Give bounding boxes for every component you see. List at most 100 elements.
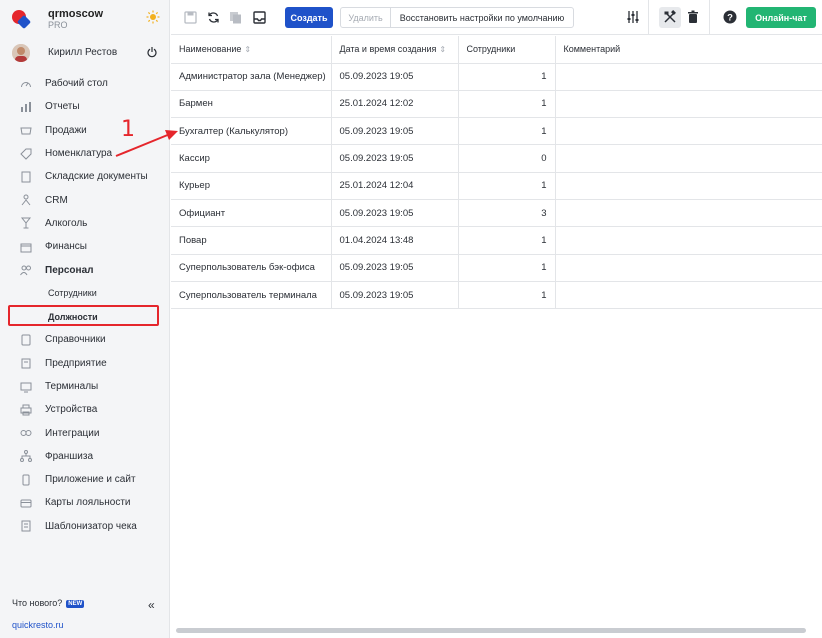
cell-employees: 3 <box>458 199 556 228</box>
sort-icon[interactable]: ⇕ <box>244 45 251 54</box>
avatar <box>12 44 30 62</box>
column-settings-icon[interactable] <box>626 10 640 24</box>
table-header-row: Наименование ⇕ Дата и время создания ⇕ Сот… <box>171 36 822 64</box>
cell-name: Бухгалтер (Калькулятор) <box>171 117 332 146</box>
sidebar-item-staff[interactable]: Персонал <box>0 258 170 281</box>
phone-icon <box>20 474 32 486</box>
sidebar-item-warehouse[interactable]: Складские документы <box>0 165 170 188</box>
cell-name: Кассир <box>171 144 332 173</box>
online-chat-button[interactable]: Онлайн-чат <box>746 7 816 28</box>
new-badge: NEW <box>66 600 85 608</box>
brand-logo-icon <box>12 10 31 29</box>
table-row[interactable]: Бармен 25.01.2024 12:02 1 <box>171 90 822 119</box>
sidebar-item-receipt-templates[interactable]: Шаблонизатор чека <box>0 515 170 538</box>
cell-name: Повар <box>171 226 332 255</box>
sidebar-item-label: Предприятие <box>45 357 107 369</box>
sidebar-subitem-label: Сотрудники <box>48 288 97 299</box>
sidebar-item-label: Отчеты <box>45 101 80 113</box>
inbox-icon[interactable] <box>252 10 266 24</box>
table-row[interactable]: Кассир 05.09.2023 19:05 0 <box>171 144 822 173</box>
cell-created: 05.09.2023 19:05 <box>331 63 459 91</box>
table-row[interactable]: Курьер 25.01.2024 12:04 1 <box>171 172 822 200</box>
cell-comment <box>555 226 822 255</box>
restore-defaults-button[interactable]: Восстановить настройки по умолчанию <box>391 8 573 27</box>
column-header-name[interactable]: Наименование ⇕ <box>171 36 332 64</box>
basket-icon <box>20 124 32 136</box>
sidebar-item-app-site[interactable]: Приложение и сайт <box>0 468 170 491</box>
power-icon[interactable] <box>146 46 158 58</box>
help-icon[interactable]: ? <box>723 10 737 24</box>
sidebar: qrmoscow PRO Кирилл Рестов Рабочий стол … <box>0 0 170 638</box>
column-header-created[interactable]: Дата и время создания ⇕ <box>331 36 459 64</box>
whats-new-link[interactable]: Что нового? NEW <box>12 598 85 608</box>
cell-employees: 1 <box>458 172 556 200</box>
sidebar-item-label: Рабочий стол <box>45 78 108 90</box>
cell-employees: 1 <box>458 254 556 282</box>
positions-table: Наименование ⇕ Дата и время создания ⇕ Сот… <box>171 36 822 310</box>
cell-name: Администратор зала (Менеджер) <box>171 63 332 91</box>
sort-icon[interactable]: ⇕ <box>439 45 446 54</box>
sidebar-item-loyalty[interactable]: Карты лояльности <box>0 491 170 514</box>
delete-button[interactable]: Удалить <box>341 8 391 27</box>
cell-employees: 1 <box>458 281 556 310</box>
sidebar-item-label: Складские документы <box>45 171 148 183</box>
create-button[interactable]: Создать <box>285 7 333 28</box>
sidebar-item-terminals[interactable]: Терминалы <box>0 375 170 398</box>
user-profile[interactable]: Кирилл Рестов <box>10 42 162 64</box>
cell-comment <box>555 144 822 173</box>
sidebar-item-alcohol[interactable]: Алкоголь <box>0 212 170 235</box>
sidebar-subitem-positions[interactable]: Должности <box>0 305 170 328</box>
cell-created: 05.09.2023 19:05 <box>331 254 459 282</box>
trash-icon[interactable] <box>686 10 700 24</box>
sidebar-item-label: Номенклатура <box>45 148 113 160</box>
svg-text:?: ? <box>727 13 733 24</box>
cell-created: 05.09.2023 19:05 <box>331 144 459 173</box>
sidebar-item-label: Справочники <box>45 334 106 346</box>
column-header-employees[interactable]: Сотрудники <box>458 36 556 64</box>
cell-comment <box>555 117 822 146</box>
sidebar-item-franchise[interactable]: Франшиза <box>0 445 170 468</box>
brand-name: qrmoscow <box>48 8 104 20</box>
cell-comment <box>555 254 822 282</box>
refresh-icon[interactable] <box>206 10 220 24</box>
tag-icon <box>20 148 32 160</box>
save-icon[interactable] <box>183 10 197 24</box>
table-row[interactable]: Повар 01.04.2024 13:48 1 <box>171 226 822 255</box>
table-row[interactable]: Официант 05.09.2023 19:05 3 <box>171 199 822 228</box>
sidebar-item-crm[interactable]: CRM <box>0 188 170 211</box>
sidebar-item-reports[interactable]: Отчеты <box>0 95 170 118</box>
sidebar-item-label: Приложение и сайт <box>45 474 136 486</box>
horizontal-scrollbar[interactable] <box>176 628 806 633</box>
sidebar-item-label: Продажи <box>45 124 87 136</box>
gauge-icon <box>20 78 32 90</box>
copy-icon[interactable] <box>228 10 242 24</box>
site-link[interactable]: quickresto.ru <box>12 620 64 630</box>
sidebar-item-devices[interactable]: Устройства <box>0 398 170 421</box>
column-header-comment[interactable]: Комментарий <box>555 36 822 64</box>
user-name: Кирилл Рестов <box>48 47 118 58</box>
cell-employees: 1 <box>458 90 556 119</box>
brand[interactable]: qrmoscow PRO <box>10 6 162 30</box>
cell-created: 05.09.2023 19:05 <box>331 117 459 146</box>
sidebar-item-label: Алкоголь <box>45 217 88 229</box>
sidebar-subitem-employees[interactable]: Сотрудники <box>0 282 170 305</box>
tools-icon[interactable] <box>663 10 677 24</box>
table-row[interactable]: Суперпользователь терминала 05.09.2023 1… <box>171 281 822 310</box>
table-row[interactable]: Суперпользователь бэк-офиса 05.09.2023 1… <box>171 254 822 282</box>
cell-comment <box>555 90 822 119</box>
collapse-sidebar-icon[interactable]: « <box>148 598 155 612</box>
crm-icon <box>20 194 32 206</box>
sidebar-item-label: Устройства <box>45 404 98 416</box>
toolbar: Создать Удалить Восстановить настройки п… <box>171 0 822 35</box>
table-row[interactable]: Бухгалтер (Калькулятор) 05.09.2023 19:05… <box>171 117 822 146</box>
sidebar-item-integrations[interactable]: Интеграции <box>0 421 170 444</box>
sidebar-item-finance[interactable]: Финансы <box>0 235 170 258</box>
sun-icon[interactable] <box>146 10 160 24</box>
table-row[interactable]: Администратор зала (Менеджер) 05.09.2023… <box>171 63 822 91</box>
cell-created: 05.09.2023 19:05 <box>331 199 459 228</box>
book-icon <box>20 334 32 346</box>
sidebar-item-label: Франшиза <box>45 450 94 462</box>
sidebar-item-directories[interactable]: Справочники <box>0 328 170 351</box>
sidebar-item-enterprise[interactable]: Предприятие <box>0 352 170 375</box>
sidebar-item-dashboard[interactable]: Рабочий стол <box>0 72 170 95</box>
